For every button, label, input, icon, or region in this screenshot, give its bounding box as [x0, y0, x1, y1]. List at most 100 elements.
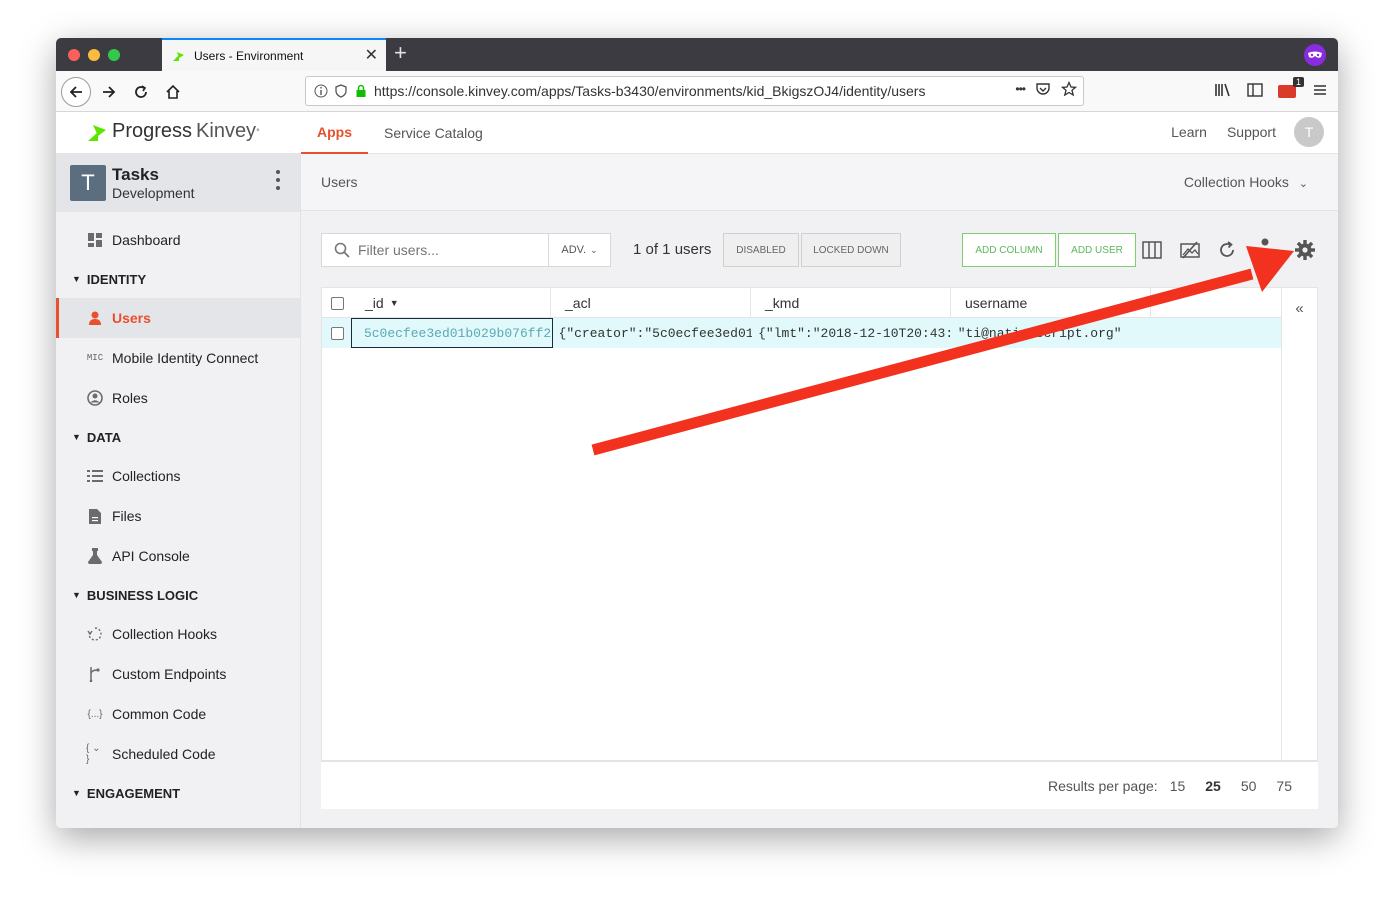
collection-hooks-dropdown[interactable]: Collection Hooks ⌄	[1184, 174, 1308, 190]
extension-icon[interactable]: 1	[1278, 77, 1304, 99]
shield-icon[interactable]	[334, 84, 348, 98]
url-text: https://console.kinvey.com/apps/Tasks-b3…	[374, 83, 926, 99]
column-header-username[interactable]: username	[951, 288, 1151, 318]
home-button[interactable]	[158, 77, 188, 107]
add-user-button[interactable]: ADD USER	[1058, 233, 1136, 267]
double-chevron-left-icon: «	[1295, 300, 1304, 317]
page-size-15[interactable]: 15	[1170, 778, 1186, 794]
gear-icon[interactable]	[1294, 239, 1316, 261]
info-icon[interactable]	[314, 84, 328, 98]
user-icon	[86, 311, 104, 325]
sidebar-item-custom-endpoints[interactable]: Custom Endpoints	[56, 654, 300, 694]
hooks-icon	[86, 627, 104, 641]
kinvey-favicon-icon	[173, 51, 184, 61]
section-label: BUSINESS LOGIC	[86, 587, 199, 603]
refresh-icon[interactable]	[1216, 239, 1238, 261]
cell-id[interactable]: 5c0ecfee3ed01b029b076ff2	[350, 318, 553, 348]
progress-logo-icon	[88, 124, 106, 141]
select-all-checkbox[interactable]	[331, 296, 344, 310]
sidebar-item-scheduled-code[interactable]: { ⌄ } Scheduled Code	[56, 734, 300, 774]
mic-icon: MIC	[86, 353, 104, 363]
page-size-50[interactable]: 50	[1241, 778, 1257, 794]
row-select-cell	[322, 318, 351, 348]
home-icon	[166, 84, 180, 99]
browser-toolbar: https://console.kinvey.com/apps/Tasks-b3…	[56, 71, 1338, 112]
collapse-panel-button[interactable]: «	[1282, 287, 1318, 761]
bookmark-star-icon[interactable]	[1061, 81, 1077, 97]
menu-icon[interactable]	[1312, 82, 1328, 98]
sidebar-item-dashboard[interactable]: Dashboard	[56, 220, 300, 260]
sidebar-item-api-console[interactable]: API Console	[56, 536, 300, 576]
sidebar-item-common-code[interactable]: {...} Common Code	[56, 694, 300, 734]
arrow-right-icon	[103, 86, 116, 98]
column-header-kmd[interactable]: _kmd	[751, 288, 951, 318]
sidebar-item-mic[interactable]: MIC Mobile Identity Connect	[56, 338, 300, 378]
chevron-down-icon: ⌄	[590, 244, 598, 255]
library-icon[interactable]	[1214, 82, 1232, 98]
app-switcher[interactable]: T Tasks Development	[56, 154, 300, 212]
sidebar-item-roles[interactable]: Roles	[56, 378, 300, 418]
disabled-filter-button[interactable]: DISABLED	[723, 233, 799, 267]
common-code-icon: {...}	[87, 708, 103, 720]
new-tab-button[interactable]: +	[394, 42, 407, 64]
columns-icon[interactable]	[1141, 239, 1163, 261]
pagination-bar: Results per page: 15 25 50 75	[321, 761, 1318, 809]
sidebar-item-collection-hooks[interactable]: Collection Hooks	[56, 614, 300, 654]
row-checkbox[interactable]	[331, 326, 344, 340]
cell-kmd[interactable]: {"lmt":"2018-12-10T20:43:26	[752, 318, 952, 348]
filter-users-input[interactable]	[358, 242, 538, 258]
browser-tab[interactable]: Users - Environment ✕	[162, 38, 386, 71]
pocket-icon[interactable]	[1035, 81, 1051, 97]
files-icon	[86, 508, 104, 524]
adv-label: ADV.	[561, 244, 587, 256]
table-row[interactable]: 5c0ecfee3ed01b029b076ff2 {"creator":"5c0…	[322, 318, 1281, 348]
search-icon	[334, 242, 350, 258]
avatar[interactable]: T	[1294, 117, 1324, 147]
minimize-window-button[interactable]	[88, 49, 100, 61]
maximize-window-button[interactable]	[108, 49, 120, 61]
progress-kinvey-logo[interactable]: Progress Kinvey °	[86, 120, 260, 143]
sidebar-item-label: API Console	[112, 548, 190, 564]
users-toolbar: ADV. ⌄ 1 of 1 users DISABLED LOCKED DOWN…	[321, 233, 1318, 267]
kebab-menu-icon[interactable]	[276, 170, 280, 194]
url-bar[interactable]: https://console.kinvey.com/apps/Tasks-b3…	[305, 76, 1084, 106]
cell-username[interactable]: "ti@nativescript.org"	[952, 318, 1281, 348]
forward-button[interactable]	[94, 77, 124, 107]
cell-acl[interactable]: {"creator":"5c0ecfee3ed01b0	[553, 318, 753, 348]
sidebar-item-label: Scheduled Code	[112, 746, 216, 762]
learn-link[interactable]: Learn	[1171, 124, 1207, 140]
section-business-logic[interactable]: ▼ BUSINESS LOGIC	[56, 576, 300, 614]
nav-service-catalog[interactable]: Service Catalog	[368, 112, 499, 154]
reload-button[interactable]	[126, 77, 156, 107]
section-data[interactable]: ▼ DATA	[56, 418, 300, 456]
tab-close-icon[interactable]: ✕	[365, 47, 378, 64]
page-size-75[interactable]: 75	[1276, 778, 1292, 794]
advanced-filter-button[interactable]: ADV. ⌄	[548, 234, 610, 266]
back-button[interactable]	[61, 77, 91, 107]
column-header-acl[interactable]: _acl	[551, 288, 751, 318]
top-nav: Apps Service Catalog	[301, 112, 499, 154]
sidebar-item-collections[interactable]: Collections	[56, 456, 300, 496]
add-column-button[interactable]: ADD COLUMN	[962, 233, 1056, 267]
support-link[interactable]: Support	[1227, 124, 1276, 140]
section-engagement[interactable]: ▼ ENGAGEMENT	[56, 774, 300, 812]
chevron-down-icon: ⌄	[1298, 178, 1308, 190]
sidebar-toggle-icon[interactable]	[1246, 82, 1264, 98]
dropdown-label: Collection Hooks	[1183, 174, 1289, 190]
sidebar-item-label: Files	[112, 508, 142, 524]
page-actions-icon[interactable]: •••	[1015, 82, 1026, 96]
sidebar-item-users[interactable]: Users	[56, 298, 300, 338]
more-options-icon[interactable]	[1254, 231, 1276, 253]
locked-down-filter-button[interactable]: LOCKED DOWN	[801, 233, 901, 267]
lock-icon	[356, 84, 366, 97]
browser-window: Users - Environment ✕ + https://console.…	[56, 38, 1338, 828]
section-identity[interactable]: ▼ IDENTITY	[56, 260, 300, 298]
close-window-button[interactable]	[68, 49, 80, 61]
sidebar-item-label: Collection Hooks	[112, 626, 218, 642]
no-image-icon[interactable]	[1179, 239, 1201, 261]
nav-apps[interactable]: Apps	[301, 112, 368, 154]
app-header: Progress Kinvey ° Apps Service Catalog L…	[56, 112, 1338, 154]
column-header-id[interactable]: _id ▼	[351, 288, 551, 318]
sidebar-item-files[interactable]: Files	[56, 496, 300, 536]
page-size-25[interactable]: 25	[1205, 778, 1221, 794]
